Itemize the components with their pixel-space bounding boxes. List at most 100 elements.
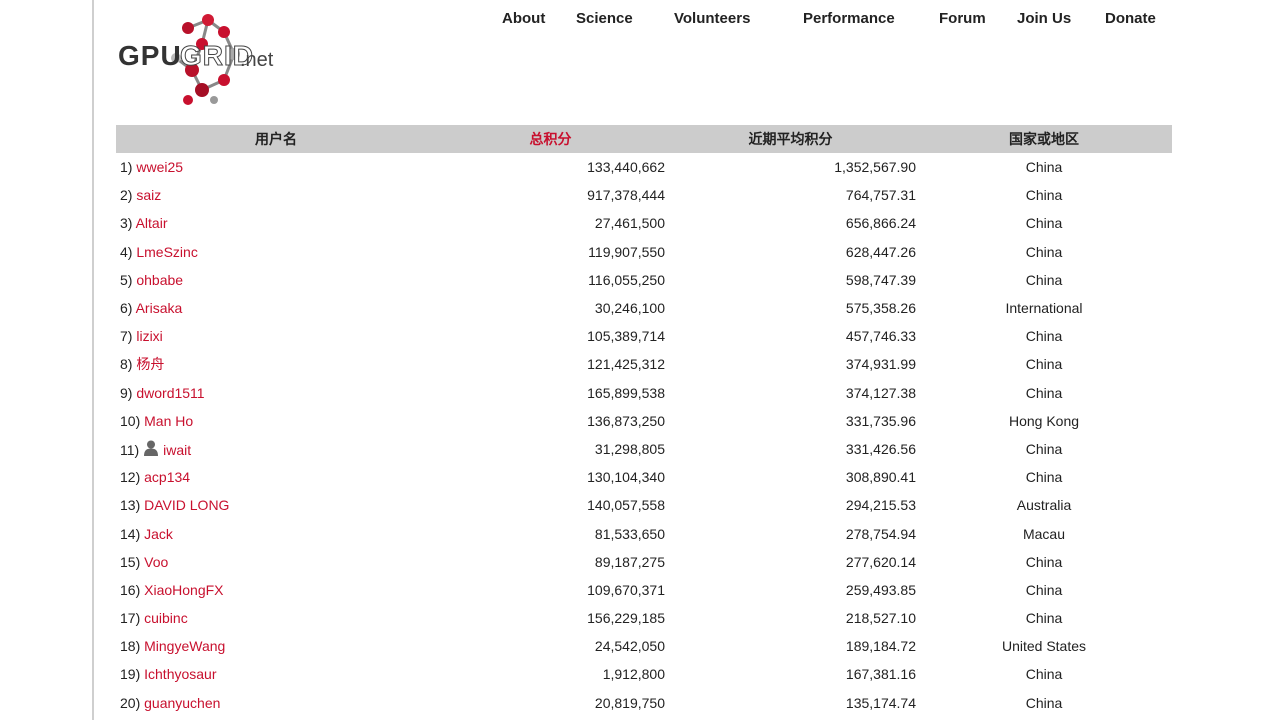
cell-country: China [1025,440,1063,457]
table-row: 16) XiaoHongFX 109,670,371 259,493.85 China [116,576,1172,604]
username-link[interactable]: DAVID LONG [144,497,229,513]
username-link[interactable]: wwei25 [136,159,183,175]
rank-number: 12) [120,469,141,486]
username-link[interactable]: MingyeWang [144,638,225,654]
cell-username: 8) 杨舟 [116,350,436,378]
user-profile-icon[interactable] [144,440,159,456]
nav-about[interactable]: About [502,10,545,27]
cell-recent-average-credit: 277,620.14 [845,553,916,570]
username-link[interactable]: Man Ho [144,413,193,429]
logo-text-gpu: GPU [118,40,182,71]
nav-join-us[interactable]: Join Us [1017,10,1071,27]
username-link[interactable]: Arisaka [136,300,183,316]
gpugrid-logo[interactable]: GPU GRID .net [116,14,286,108]
left-border-rule [92,0,94,720]
cell-country: China [1025,610,1063,627]
username-link[interactable]: XiaoHongFX [144,582,223,598]
nav-volunteers[interactable]: Volunteers [674,10,750,27]
rank-number: 11) [120,441,140,458]
cell-country: China [1025,328,1063,345]
cell-country: China [1025,694,1063,711]
cell-country: China [1025,187,1063,204]
cell-username: 11) iwait [116,435,436,463]
header-recent-average-credit[interactable]: 近期平均积分 [665,125,916,153]
username-link[interactable]: cuibinc [144,610,188,626]
username-link[interactable]: lizixi [136,328,162,344]
username-link[interactable]: Voo [144,554,168,570]
cell-country: International [1005,300,1083,317]
username-link[interactable]: saiz [136,187,161,203]
table-row: 15) Voo 89,187,275 277,620.14 China [116,548,1172,576]
cell-username: 12) acp134 [116,463,436,491]
username-link[interactable]: dword1511 [136,385,204,401]
table-row: 6) Arisaka 30,246,100 575,358.26 Internatio… [116,294,1172,322]
table-row: 13) DAVID LONG 140,057,558 294,215.53 Austr… [116,491,1172,519]
nav-performance[interactable]: Performance [803,10,895,27]
table-row: 17) cuibinc 156,229,185 218,527.10 China [116,604,1172,632]
username-link[interactable]: acp134 [144,469,190,485]
cell-country: United States [1001,638,1087,655]
cell-country: Macau [1022,525,1066,542]
logo-text-net: .net [240,49,274,71]
table-row: 5) ohbabe 116,055,250 598,747.39 China [116,266,1172,294]
table-row: 18) MingyeWang 24,542,050 189,184.72 United… [116,632,1172,660]
cell-username: 14) Jack [116,519,436,547]
table-row: 8) 杨舟 121,425,312 374,931.99 China [116,350,1172,378]
cell-username: 18) MingyeWang [116,632,436,660]
cell-username: 4) LmeSzinc [116,238,436,266]
table-row: 10) Man Ho 136,873,250 331,735.96 Hong Kong [116,407,1172,435]
cell-recent-average-credit: 167,381.16 [845,666,916,683]
username-link[interactable]: ohbabe [136,272,183,288]
nav-forum[interactable]: Forum [939,10,986,27]
username-link[interactable]: LmeSzinc [136,244,197,260]
table-row: 14) Jack 81,533,650 278,754.94 Macau [116,519,1172,547]
username-link[interactable]: 杨舟 [136,356,164,372]
cell-recent-average-credit: 331,426.56 [845,440,916,457]
cell-username: 15) Voo [116,548,436,576]
cell-country: China [1025,553,1063,570]
header-country[interactable]: 国家或地区 [916,125,1172,153]
cell-recent-average-credit: 331,735.96 [845,412,916,429]
cell-username: 13) DAVID LONG [116,491,436,519]
rank-number: 18) [120,638,141,655]
cell-total-credit: 130,104,340 [587,469,665,486]
username-link[interactable]: Jack [144,526,173,542]
rank-number: 1) [120,159,133,176]
rank-number: 6) [120,300,133,317]
username-link[interactable]: iwait [163,442,191,458]
nav-donate[interactable]: Donate [1105,10,1156,27]
table-header-row: 用户名 总积分 近期平均积分 国家或地区 [116,125,1172,153]
header-username[interactable]: 用户名 [116,125,436,153]
table-row: 20) guanyuchen 20,819,750 135,174.74 China [116,689,1172,717]
rank-number: 19) [120,666,141,683]
cell-country: China [1025,384,1063,401]
table-row: 19) Ichthyosaur 1,912,800 167,381.16 China [116,660,1172,688]
table-row: 9) dword1511 165,899,538 374,127.38 China [116,379,1172,407]
cell-country: China [1025,666,1063,683]
cell-recent-average-credit: 135,174.74 [845,694,916,711]
rank-number: 8) [120,356,133,373]
table-row: 12) acp134 130,104,340 308,890.41 China [116,463,1172,491]
cell-recent-average-credit: 308,890.41 [845,469,916,486]
cell-username: 17) cuibinc [116,604,436,632]
cell-total-credit: 20,819,750 [594,694,665,711]
rank-number: 7) [120,328,133,345]
rank-number: 16) [120,581,141,598]
cell-username: 9) dword1511 [116,379,436,407]
cell-country: China [1025,243,1063,260]
username-link[interactable]: guanyuchen [144,695,220,711]
rank-number: 17) [120,610,141,627]
cell-total-credit: 105,389,714 [587,328,665,345]
username-link[interactable]: Ichthyosaur [144,666,216,682]
header-total-credit[interactable]: 总积分 [436,125,665,153]
cell-total-credit: 109,670,371 [587,581,665,598]
cell-total-credit: 133,440,662 [587,159,665,176]
username-link[interactable]: Altair [136,215,168,231]
cell-recent-average-credit: 764,757.31 [845,187,916,204]
cell-recent-average-credit: 218,527.10 [845,610,916,627]
rank-number: 13) [120,497,141,514]
cell-recent-average-credit: 374,127.38 [845,384,916,401]
cell-username: 16) XiaoHongFX [116,576,436,604]
cell-username: 5) ohbabe [116,266,436,294]
nav-science[interactable]: Science [576,10,633,27]
